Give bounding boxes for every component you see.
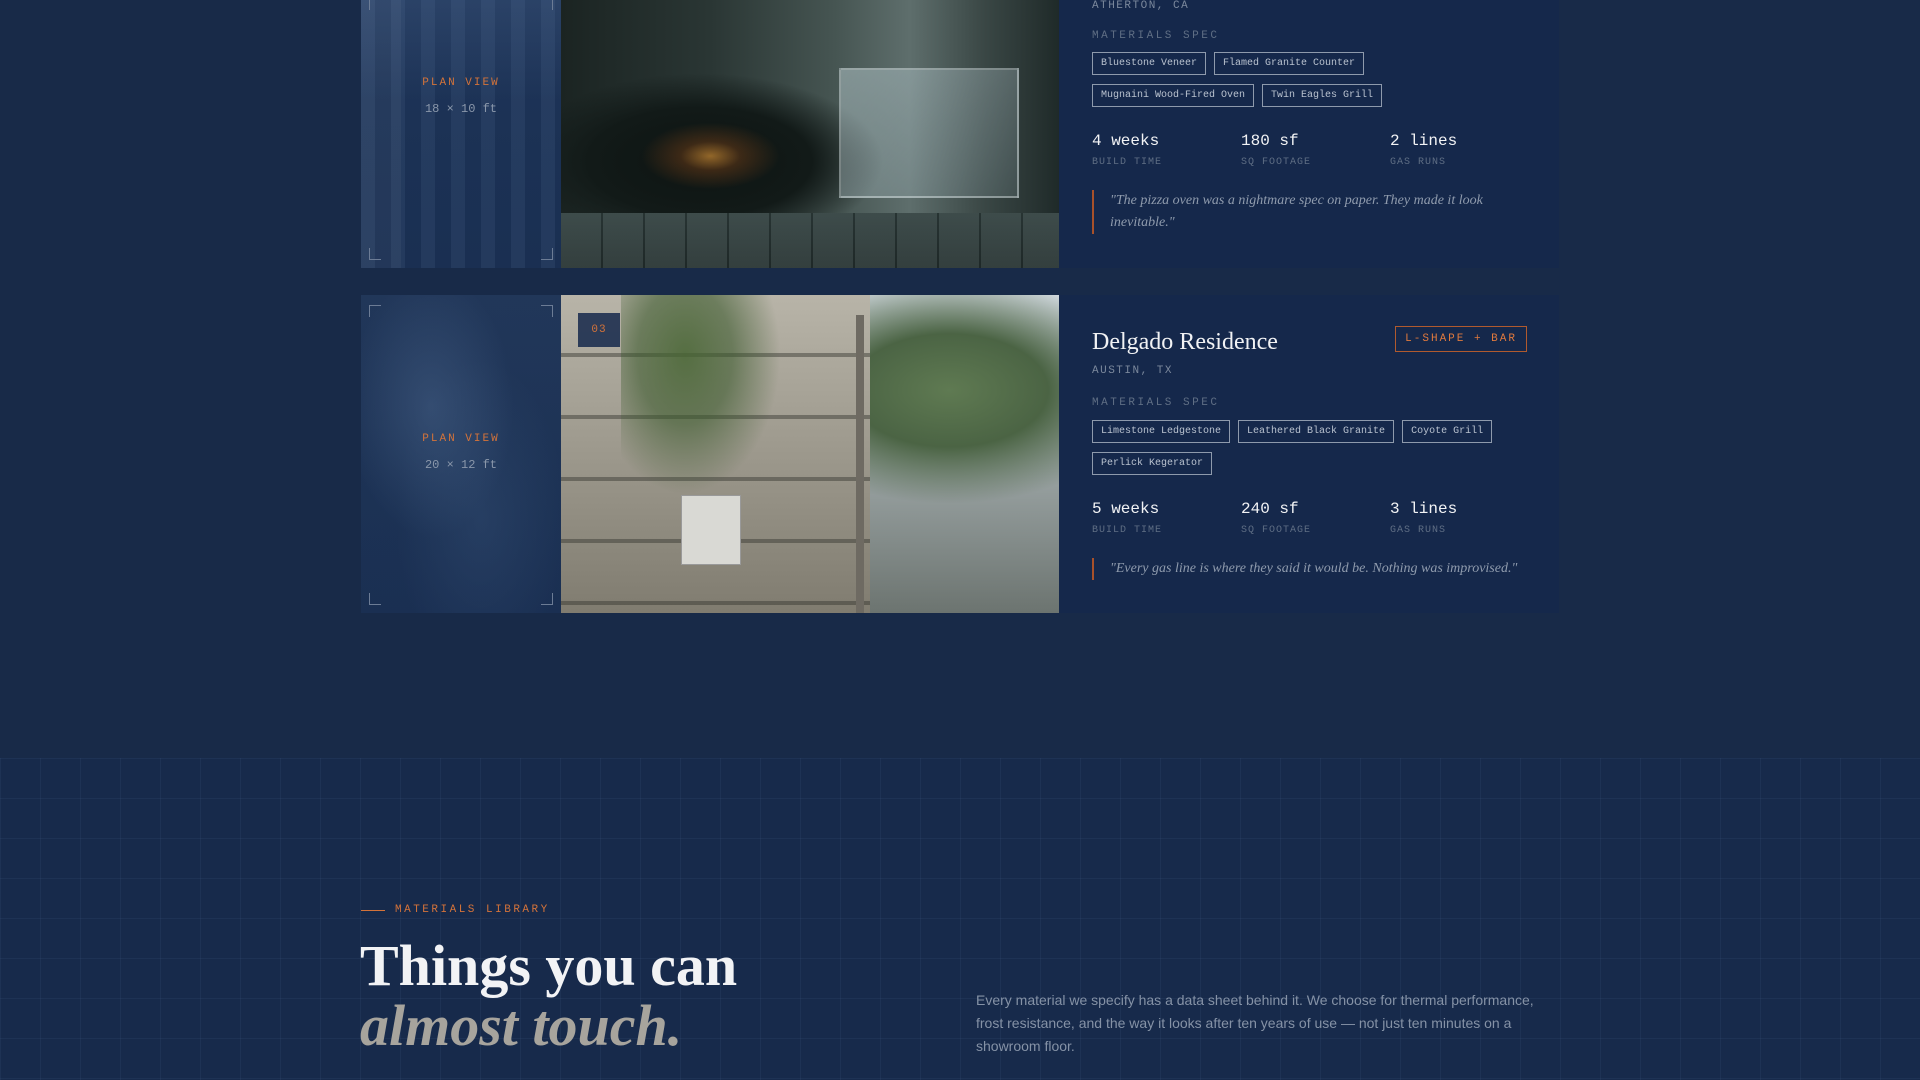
corner-mark	[541, 593, 553, 605]
corner-mark	[369, 593, 381, 605]
client-quote: "Every gas line is where they said it wo…	[1092, 558, 1531, 580]
material-chip[interactable]: Limestone Ledgestone	[1092, 420, 1231, 443]
stat-value: 4 weeks	[1092, 132, 1160, 150]
project-info: Delgado Residence L-SHAPE + BAR AUSTIN, …	[1059, 295, 1559, 613]
stat-label: SQ FOOTAGE	[1241, 157, 1312, 168]
material-chip[interactable]: Twin Eagles Grill	[1262, 84, 1383, 107]
plan-dimensions: 18 × 10 ft	[424, 102, 497, 116]
plan-view-label: PLAN VIEW	[422, 433, 500, 445]
material-chip[interactable]: Bluestone Veneer	[1092, 52, 1207, 75]
stat-label: BUILD TIME	[1092, 525, 1163, 536]
stat-sq-footage: 240 sf SQ FOOTAGE	[1241, 500, 1390, 536]
material-chip[interactable]: Perlick Kegerator	[1092, 452, 1213, 475]
material-chip[interactable]: Flamed Granite Counter	[1214, 52, 1365, 75]
plan-view-background	[361, 295, 561, 613]
corner-mark	[369, 305, 381, 317]
stat-value: 5 weeks	[1092, 500, 1160, 518]
photo-vines-detail	[621, 295, 781, 495]
layout-type-badge: L-SHAPE + BAR	[1395, 326, 1527, 352]
project-stats: 5 weeks BUILD TIME 240 sf SQ FOOTAGE 3 l…	[1092, 500, 1539, 536]
plan-dimensions: 20 × 12 ft	[424, 458, 497, 472]
eyebrow-label: MATERIALS LIBRARY	[395, 904, 550, 916]
material-chip[interactable]: Coyote Grill	[1402, 420, 1493, 443]
photo-ac-unit-detail	[681, 495, 741, 565]
headline-line-1: Things you can	[360, 933, 738, 998]
corner-mark	[541, 248, 553, 260]
section-eyebrow: MATERIALS LIBRARY	[361, 904, 550, 916]
project-number-badge: 03	[578, 313, 620, 347]
project-location: AUSTIN, TX	[1092, 365, 1174, 377]
stat-label: GAS RUNS	[1390, 157, 1447, 168]
eyebrow-rule	[361, 909, 385, 911]
project-card[interactable]: PLAN VIEW 18 × 10 ft ATHERTON, CA MATERI…	[361, 0, 1559, 268]
stat-value: 240 sf	[1241, 500, 1299, 518]
plan-view-label: PLAN VIEW	[422, 77, 500, 89]
plan-view-panel: PLAN VIEW 18 × 10 ft	[361, 0, 561, 268]
stat-value: 2 lines	[1390, 132, 1458, 150]
project-location: ATHERTON, CA	[1092, 0, 1190, 12]
project-stats: 4 weeks BUILD TIME 180 sf SQ FOOTAGE 2 l…	[1092, 132, 1539, 168]
material-chip[interactable]: Mugnaini Wood-Fired Oven	[1092, 84, 1255, 107]
plan-view-panel: PLAN VIEW 20 × 12 ft	[361, 295, 561, 613]
corner-mark	[541, 305, 553, 317]
stat-gas-runs: 2 lines GAS RUNS	[1390, 132, 1539, 168]
stat-label: SQ FOOTAGE	[1241, 525, 1312, 536]
materials-library-section: MATERIALS LIBRARY Things you can almost …	[0, 758, 1920, 1080]
project-info: ATHERTON, CA MATERIALS SPEC Bluestone Ve…	[1059, 0, 1559, 268]
plan-view-background	[361, 0, 561, 268]
stat-gas-runs: 3 lines GAS RUNS	[1390, 500, 1539, 536]
stat-build-time: 4 weeks BUILD TIME	[1092, 132, 1241, 168]
project-title[interactable]: Delgado Residence	[1092, 329, 1278, 356]
photo-window-detail	[839, 68, 1019, 198]
stat-label: GAS RUNS	[1390, 525, 1447, 536]
materials-spec-label: MATERIALS SPEC	[1092, 30, 1220, 42]
project-photo[interactable]: 03	[561, 295, 1059, 613]
materials-chip-list: Bluestone Veneer Flamed Granite Counter …	[1092, 52, 1529, 107]
client-quote: "The pizza oven was a nightmare spec on …	[1092, 190, 1531, 234]
stat-value: 3 lines	[1390, 500, 1458, 518]
photo-pole-detail	[856, 315, 864, 613]
corner-mark	[369, 248, 381, 260]
materials-spec-label: MATERIALS SPEC	[1092, 397, 1220, 409]
corner-mark	[369, 0, 381, 10]
stat-label: BUILD TIME	[1092, 157, 1163, 168]
stat-sq-footage: 180 sf SQ FOOTAGE	[1241, 132, 1390, 168]
section-description: Every material we specify has a data she…	[976, 992, 1534, 1054]
section-headline: Things you can almost touch.	[360, 936, 737, 1056]
materials-chip-list: Limestone Ledgestone Leathered Black Gra…	[1092, 420, 1529, 475]
corner-mark	[541, 0, 553, 10]
project-card[interactable]: PLAN VIEW 20 × 12 ft 03 Delgado Residenc…	[361, 295, 1559, 613]
headline-line-2: almost touch.	[360, 993, 683, 1058]
material-chip[interactable]: Leathered Black Granite	[1238, 420, 1395, 443]
stat-build-time: 5 weeks BUILD TIME	[1092, 500, 1241, 536]
stat-value: 180 sf	[1241, 132, 1299, 150]
project-photo[interactable]	[561, 0, 1059, 268]
